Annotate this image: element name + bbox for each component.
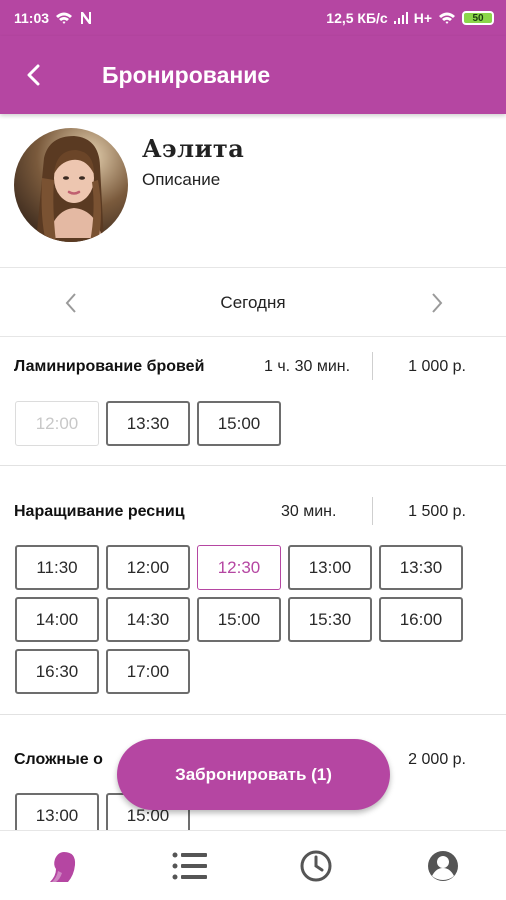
clock-icon (300, 850, 332, 881)
time-slot[interactable]: 15:00 (197, 401, 281, 446)
page-title: Бронирование (102, 61, 271, 88)
account-icon (427, 850, 458, 881)
time-slot[interactable]: 14:00 (15, 597, 99, 642)
next-day-button[interactable] (412, 269, 462, 337)
master-description: Описание (142, 170, 221, 189)
time-slot[interactable]: 15:30 (288, 597, 372, 642)
date-navigator: Сегодня (0, 269, 506, 337)
master-name: Аэлита (142, 134, 245, 163)
time-slot[interactable]: 12:00 (106, 545, 190, 590)
time-slot: 12:00 (15, 401, 99, 446)
network-speed: 12,5 КБ/с (326, 10, 388, 26)
bottom-navigation (0, 830, 506, 900)
chevron-right-icon (432, 293, 443, 313)
app-bar: Бронирование (0, 36, 506, 114)
wifi-icon (55, 11, 73, 25)
network-type: H+ (413, 10, 432, 26)
service-card: Ламинирование бровей 1 ч. 30 мин. 1 000 … (0, 338, 506, 466)
time-slot[interactable]: 11:30 (15, 545, 99, 590)
service-price: 1 000 р. (408, 358, 466, 375)
nav-item-history[interactable] (253, 831, 380, 900)
battery-icon: 50 (462, 11, 494, 25)
nav-item-account[interactable] (380, 831, 506, 900)
time-slot[interactable]: 17:00 (106, 649, 190, 694)
time-slot[interactable]: 15:00 (197, 597, 281, 642)
time-slot[interactable]: 13:30 (106, 401, 190, 446)
time-slot-selected[interactable]: 12:30 (197, 545, 281, 590)
header-divider (372, 352, 373, 380)
time-slot[interactable]: 13:30 (379, 545, 463, 590)
status-time: 11:03 (14, 10, 50, 26)
service-name: Сложные о (14, 751, 103, 768)
back-button[interactable] (0, 36, 66, 114)
service-header: Ламинирование бровей 1 ч. 30 мин. 1 000 … (0, 338, 506, 398)
signal-icon (393, 12, 408, 24)
nav-item-list[interactable] (127, 831, 254, 900)
time-slot[interactable]: 16:30 (15, 649, 99, 694)
arrow-left-icon (27, 64, 40, 86)
service-card: Наращивание ресниц 30 мин. 1 500 р. 11:3… (0, 483, 506, 715)
book-button[interactable]: Забронировать (1) (117, 739, 390, 810)
service-price: 2 000 р. (408, 751, 466, 768)
time-slot[interactable]: 14:30 (106, 597, 190, 642)
master-profile-icon (50, 851, 76, 882)
service-header: Наращивание ресниц 30 мин. 1 500 р. (0, 483, 506, 543)
service-duration: 30 мин. (281, 503, 337, 520)
list-icon (172, 852, 207, 879)
service-name: Наращивание ресниц (14, 503, 185, 520)
service-duration: 1 ч. 30 мин. (264, 358, 351, 375)
n-notification-icon (79, 11, 93, 25)
master-profile: Аэлита Описание (0, 114, 506, 268)
service-name: Ламинирование бровей (14, 358, 205, 375)
header-divider (372, 497, 373, 525)
nav-item-master[interactable] (0, 831, 127, 900)
time-slot[interactable]: 13:00 (288, 545, 372, 590)
service-price: 1 500 р. (408, 503, 466, 520)
status-bar: 11:03 12,5 КБ/с H+ 50 (0, 0, 506, 36)
time-slot[interactable]: 16:00 (379, 597, 463, 642)
avatar (14, 128, 128, 242)
wifi-status-icon (438, 11, 456, 25)
